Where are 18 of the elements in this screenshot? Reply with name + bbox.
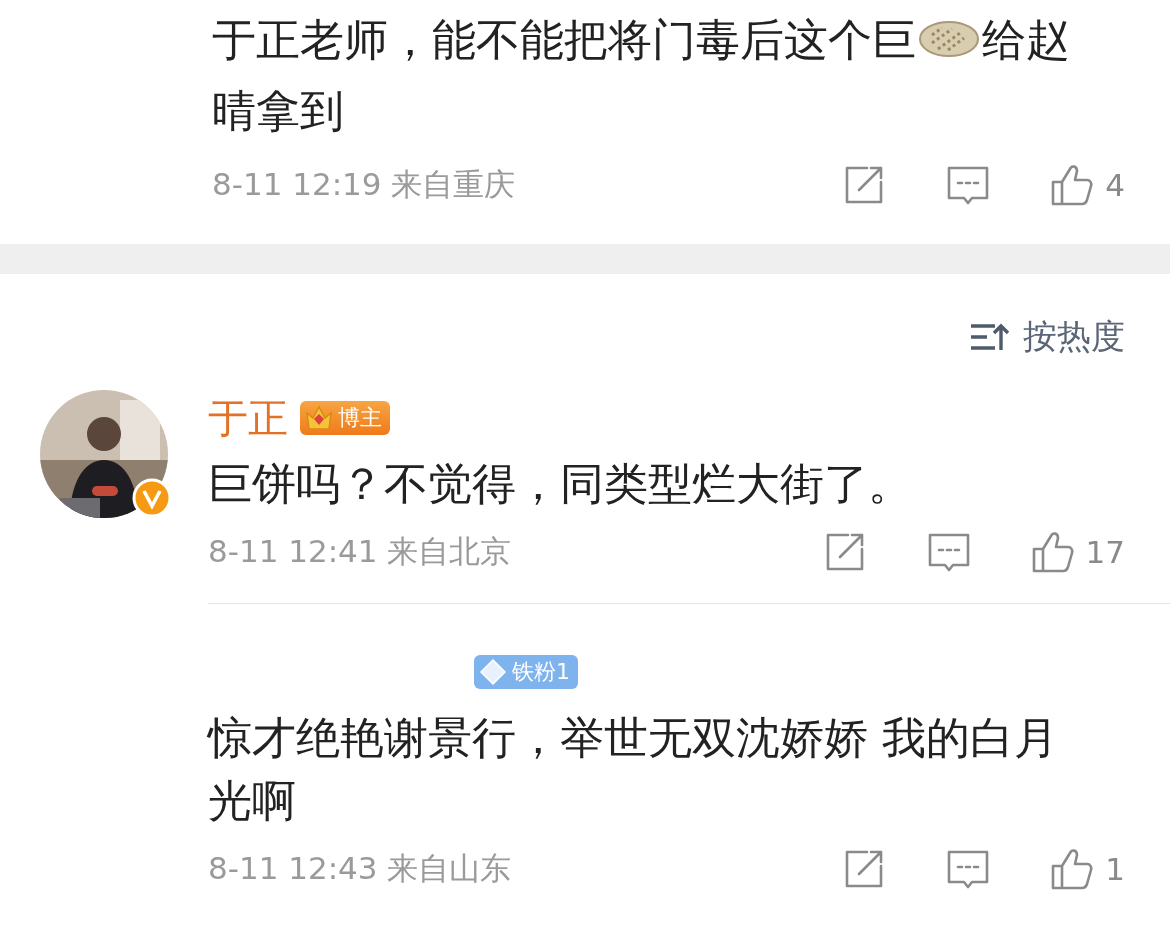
- crown-icon: [304, 403, 334, 433]
- like-button[interactable]: 1: [1049, 846, 1125, 892]
- user-badge: 铁粉1: [474, 655, 578, 689]
- flatbread-icon: [918, 19, 980, 59]
- diamond-icon: [478, 657, 508, 687]
- like-button[interactable]: 17: [1029, 529, 1125, 575]
- comment-text: 晴拿到: [212, 84, 345, 138]
- sort-button[interactable]: 按热度: [967, 314, 1125, 360]
- comment-text: 巨饼吗？不觉得，同类型烂大街了。: [208, 457, 913, 511]
- comment-text: 给赵: [982, 14, 1070, 65]
- comment-text: 惊才绝艳谢景行，举世无双沈娇娇 我的白月光啊: [208, 711, 1059, 828]
- user-name[interactable]: 于正: [208, 390, 288, 446]
- comment-meta: 8-11 12:19 来自重庆: [212, 165, 517, 204]
- user-badge: 博主: [300, 401, 390, 435]
- comment-text: 于正老师，能不能把将门毒后这个巨: [212, 14, 916, 65]
- comment-meta: 8-11 12:43 来自山东: [208, 849, 513, 888]
- like-button[interactable]: 4: [1049, 162, 1125, 208]
- comment-meta: 8-11 12:41 来自北京: [208, 532, 513, 571]
